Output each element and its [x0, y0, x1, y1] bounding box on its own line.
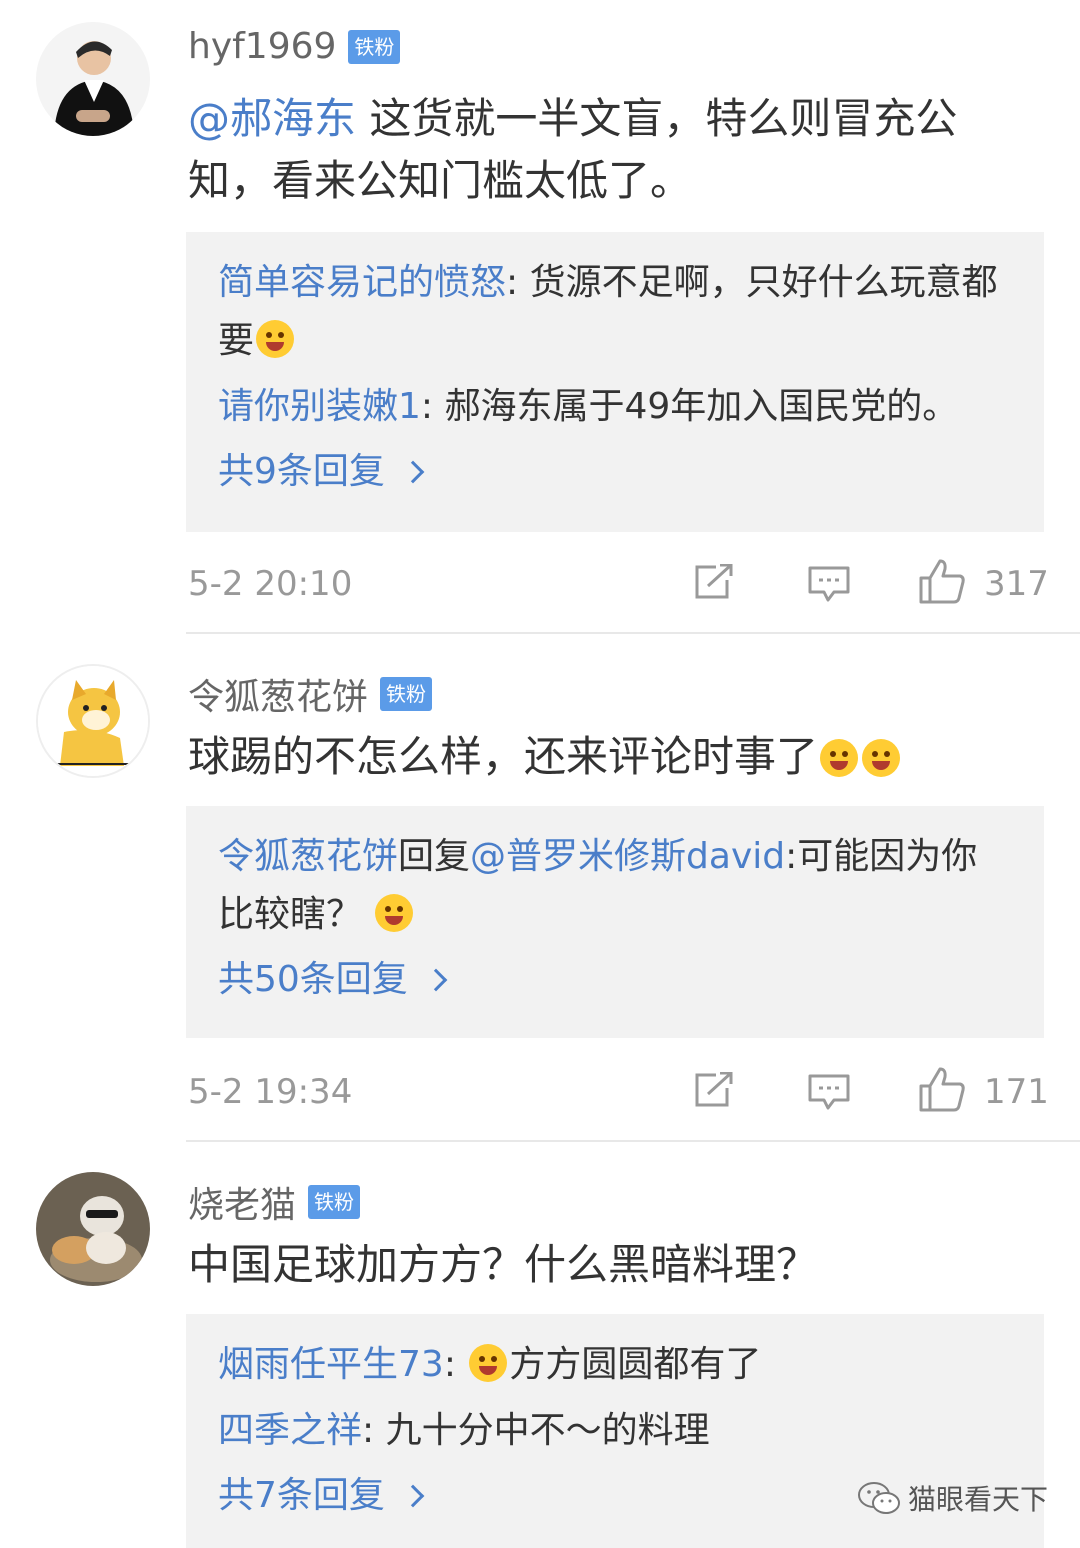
- more-replies-label[interactable]: 共7条回复: [218, 1466, 385, 1526]
- share-icon[interactable]: [694, 564, 734, 600]
- cat-avatar-icon: [36, 1172, 150, 1286]
- doge-avatar-icon: [38, 666, 148, 776]
- reply-username[interactable]: 令狐葱花饼: [218, 836, 398, 877]
- yummy-emoji-icon: [862, 739, 901, 777]
- reply-text: 方方圆圆都有了: [509, 1344, 762, 1385]
- reply-username[interactable]: 简单容易记的愤怒: [218, 262, 506, 303]
- more-replies-link[interactable]: 共9条回复: [218, 442, 1012, 502]
- thumbs-up-icon[interactable]: [918, 1066, 966, 1112]
- reply-item: 烟雨任平生73: 方方圆圆都有了: [218, 1336, 1012, 1394]
- like-count: 171: [984, 1072, 1049, 1112]
- reply-text: 九十分中不～的料理: [385, 1410, 710, 1451]
- username-text[interactable]: 烧老猫: [188, 1176, 296, 1228]
- share-icon[interactable]: [694, 1072, 734, 1108]
- divider: [186, 1140, 1080, 1142]
- username[interactable]: 烧老猫 铁粉: [188, 1176, 361, 1228]
- username[interactable]: hyf1969 铁粉: [188, 26, 401, 67]
- more-replies-label[interactable]: 共9条回复: [218, 442, 385, 502]
- comment-item: 令狐葱花饼 铁粉 球踢的不怎么样，还来评论时事了 令狐葱花饼回复@普罗米修斯da…: [0, 640, 1080, 1148]
- user-avatar-icon: [36, 22, 150, 136]
- reply-item: 请你别装嫩1: 郝海东属于49年加入国民党的。: [218, 378, 1012, 436]
- timestamp: 5-2 19:34: [188, 1072, 353, 1112]
- reply-username[interactable]: 四季之祥: [218, 1410, 362, 1451]
- more-replies-label[interactable]: 共50条回复: [218, 950, 408, 1010]
- chevron-right-icon: [401, 460, 425, 484]
- laugh-cry-emoji-icon: [256, 320, 295, 358]
- comment-icon[interactable]: [808, 1074, 850, 1110]
- watermark: 猫眼看天下: [856, 1478, 1048, 1518]
- reply-box[interactable]: 简单容易记的愤怒: 货源不足啊，只好什么玩意都要 请你别装嫩1: 郝海东属于49…: [186, 232, 1044, 532]
- comment-item: hyf1969 铁粉 @郝海东 这货就一半文盲，特么则冒充公知，看来公知门槛太低…: [0, 0, 1080, 640]
- reply-box[interactable]: 令狐葱花饼回复@普罗米修斯david:可能因为你比较瞎？ 共50条回复: [186, 806, 1044, 1038]
- comment-text: @郝海东 这货就一半文盲，特么则冒充公知，看来公知门槛太低了。: [188, 88, 1028, 212]
- like-count: 317: [984, 564, 1049, 604]
- comment-text: 球踢的不怎么样，还来评论时事了: [188, 726, 1028, 788]
- more-replies-link[interactable]: 共50条回复: [218, 950, 1012, 1010]
- username-text[interactable]: 令狐葱花饼: [188, 668, 368, 720]
- comment-body: 球踢的不怎么样，还来评论时事了: [188, 732, 819, 781]
- reply-item: 四季之祥: 九十分中不～的料理: [218, 1402, 1012, 1460]
- comment-meta: 5-2 19:34 171: [188, 1064, 1049, 1124]
- reply-separator: :: [785, 836, 798, 877]
- laugh-emoji-icon: [375, 894, 414, 932]
- comment-icon[interactable]: [808, 566, 850, 602]
- yummy-emoji-icon: [820, 739, 859, 777]
- avatar[interactable]: [36, 664, 150, 778]
- reply-item: 简单容易记的愤怒: 货源不足啊，只好什么玩意都要: [218, 254, 1012, 370]
- mention-link[interactable]: @郝海东: [188, 94, 356, 143]
- avatar[interactable]: [36, 22, 150, 136]
- reply-separator: :: [420, 386, 445, 427]
- reply-username[interactable]: 烟雨任平生73: [218, 1344, 444, 1385]
- reply-text: 郝海东属于49年加入国民党的。: [444, 386, 959, 427]
- comment-body: 中国足球加方方？什么黑暗料理？: [188, 1240, 819, 1289]
- fan-badge: 铁粉: [308, 1185, 361, 1219]
- reply-separator: :: [362, 1410, 386, 1451]
- timestamp: 5-2 20:10: [188, 564, 353, 604]
- fan-badge: 铁粉: [380, 677, 433, 711]
- divider: [186, 632, 1080, 634]
- grin-emoji-icon: [469, 1344, 508, 1382]
- reply-item: 令狐葱花饼回复@普罗米修斯david:可能因为你比较瞎？: [218, 828, 1012, 944]
- reply-separator: :: [506, 262, 530, 303]
- chevron-right-icon: [424, 968, 448, 992]
- chevron-right-icon: [401, 1484, 425, 1508]
- avatar[interactable]: [36, 1172, 150, 1286]
- fan-badge: 铁粉: [348, 29, 401, 64]
- username[interactable]: 令狐葱花饼 铁粉: [188, 668, 433, 720]
- username-text[interactable]: hyf1969: [188, 26, 336, 67]
- reply-verb: 回复: [398, 836, 471, 877]
- comment-meta: 5-2 20:10 317: [188, 556, 1049, 616]
- comment-text: 中国足球加方方？什么黑暗料理？: [188, 1234, 1028, 1296]
- reply-separator: :: [443, 1344, 468, 1385]
- thumbs-up-icon[interactable]: [918, 558, 966, 604]
- watermark-text: 猫眼看天下: [908, 1483, 1049, 1516]
- reply-username[interactable]: 请你别装嫩1: [218, 386, 421, 427]
- wechat-icon: [858, 1482, 900, 1514]
- mention-link[interactable]: @普罗米修斯david: [470, 836, 785, 877]
